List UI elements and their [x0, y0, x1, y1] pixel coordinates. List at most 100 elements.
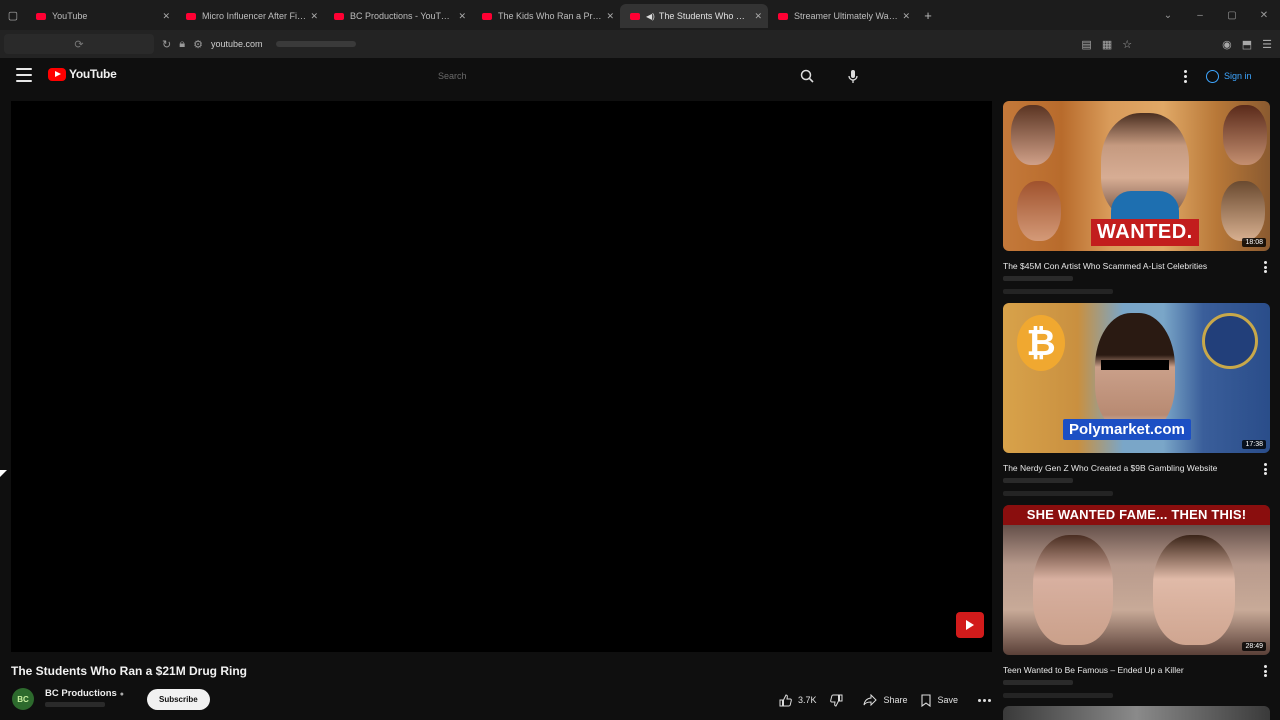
related-video-title[interactable]: The Nerdy Gen Z Who Created a $9B Gambli…	[1003, 463, 1255, 473]
like-button[interactable]: 3.7K	[779, 693, 817, 707]
video-duration: 28:49	[1242, 642, 1266, 651]
bookmark-icon	[921, 693, 932, 707]
app-menu-icon[interactable]: ☰	[1262, 38, 1272, 51]
browser-tab-strip: ▢ YouTube ✕ Micro Influencer After Finis…	[0, 0, 1280, 30]
youtube-favicon-icon	[186, 12, 196, 20]
search-icon[interactable]	[796, 65, 818, 87]
related-video-meta	[1003, 693, 1113, 698]
bitcoin-logo-icon: ₿	[1017, 315, 1065, 371]
youtube-masthead: YouTube Sign in	[0, 58, 1280, 94]
sign-in-button[interactable]: Sign in	[1206, 66, 1252, 86]
video-player[interactable]	[11, 101, 992, 652]
sidebar-toggle-icon[interactable]: ⟳	[4, 34, 154, 54]
video-options-icon[interactable]	[1262, 665, 1268, 677]
channel-row: BC BC Productions ● Subscribe 3.7K Share …	[12, 686, 997, 714]
tab-close-icon[interactable]: ✕	[310, 11, 318, 22]
mouse-cursor-icon	[0, 470, 7, 477]
channel-watermark-icon[interactable]	[956, 612, 984, 638]
share-arrow-icon	[863, 694, 878, 706]
account-icon[interactable]: ◉	[1222, 38, 1232, 51]
tab-title: Micro Influencer After Finishing C	[202, 11, 306, 21]
thumbnail-overlay-text: SHE WANTED FAME... THEN THIS!	[1003, 505, 1270, 525]
tab-title: Streamer Ultimately Wanted In	[794, 11, 898, 21]
tab-title: YouTube	[52, 11, 88, 21]
tab-close-icon[interactable]: ✕	[606, 11, 614, 22]
browser-tab-0[interactable]: YouTube ✕	[26, 4, 176, 28]
youtube-favicon-icon	[778, 12, 788, 20]
browser-tab-4[interactable]: ◀) The Students Who Ran a $21 ✕	[620, 4, 768, 28]
thumbnail-portrait	[1033, 535, 1113, 645]
tab-title: The Students Who Ran a $21	[658, 11, 751, 21]
thumbs-down-icon	[830, 694, 843, 707]
sign-in-label: Sign in	[1224, 71, 1252, 81]
like-count: 3.7K	[797, 695, 817, 705]
video-options-icon[interactable]	[1262, 261, 1268, 273]
lock-icon[interactable]: 🔒︎	[179, 38, 185, 51]
video-options-icon[interactable]	[1262, 463, 1268, 475]
reader-mode-icon[interactable]: ▤	[1081, 38, 1091, 51]
video-actions: 3.7K Share Save	[765, 686, 997, 714]
microphone-icon[interactable]	[842, 65, 864, 87]
related-video-meta	[1003, 289, 1113, 294]
channel-avatar[interactable]: BC	[12, 688, 34, 710]
censor-bar	[1101, 360, 1169, 370]
user-circle-icon	[1206, 69, 1219, 83]
video-thumbnail[interactable]: ₿ Polymarket.com 17:38	[1003, 303, 1270, 453]
related-video-item[interactable]: ₿ Polymarket.com 17:38 The Nerdy Gen Z W…	[1003, 303, 1270, 503]
thumbnail-person-image	[1221, 181, 1265, 241]
browser-tab-1[interactable]: Micro Influencer After Finishing C ✕	[176, 4, 324, 28]
tab-close-icon[interactable]: ✕	[458, 11, 466, 22]
browser-tab-5[interactable]: Streamer Ultimately Wanted In ✕	[768, 4, 916, 28]
settings-kebab-icon[interactable]	[1176, 66, 1194, 86]
related-channel-name[interactable]	[1003, 680, 1073, 685]
nav-icons: ↻ 🔒︎ ⚙︎ youtube.com	[162, 38, 364, 51]
thumbnail-overlay-text: Polymarket.com	[1063, 419, 1191, 440]
video-thumbnail[interactable]: SHE WANTED FAME... THEN THIS! 28:49	[1003, 505, 1270, 655]
subscriber-count	[45, 702, 105, 707]
bookmark-star-icon[interactable]: ☆	[1122, 38, 1132, 51]
tab-close-icon[interactable]: ✕	[162, 11, 170, 22]
dislike-button[interactable]	[830, 694, 849, 707]
thumbs-up-icon	[779, 693, 792, 706]
more-actions-icon[interactable]	[978, 698, 991, 702]
youtube-logo[interactable]: YouTube	[48, 67, 117, 81]
youtube-play-logo-icon	[48, 67, 66, 81]
search-input[interactable]	[430, 67, 780, 85]
reload-icon[interactable]: ↻	[162, 38, 171, 51]
related-video-item[interactable]: WANTED. 18:08 The $45M Con Artist Who Sc…	[1003, 101, 1270, 301]
tab-search-icon[interactable]: ⌄	[1152, 10, 1184, 21]
browser-tab-3[interactable]: The Kids Who Ran a Private Sc ✕	[472, 4, 620, 28]
channel-name-wrap[interactable]: BC Productions ●	[45, 688, 124, 699]
tab-title: The Kids Who Ran a Private Sc	[498, 11, 602, 21]
related-channel-name[interactable]	[1003, 478, 1073, 483]
speaker-icon[interactable]: ◀)	[646, 12, 655, 21]
channel-name[interactable]: BC Productions	[45, 688, 117, 699]
related-video-item[interactable]: SHE WANTED FAME... THEN THIS! 28:49 Teen…	[1003, 505, 1270, 705]
related-channel-name[interactable]	[1003, 276, 1073, 281]
maximize-icon[interactable]: ▢	[1216, 10, 1248, 21]
tab-close-icon[interactable]: ✕	[902, 11, 910, 22]
thumbnail-overlay-text: WANTED.	[1091, 219, 1199, 246]
related-video-title[interactable]: The $45M Con Artist Who Scammed A-List C…	[1003, 261, 1255, 271]
url-text[interactable]: youtube.com	[211, 39, 263, 49]
browser-tab-2[interactable]: BC Productions - YouTube ✕	[324, 4, 472, 28]
next-related-thumbnail-peek[interactable]	[1003, 706, 1270, 720]
guide-menu-icon[interactable]	[16, 68, 32, 82]
share-button[interactable]: Share	[863, 694, 907, 706]
video-duration: 18:08	[1242, 238, 1266, 247]
new-tab-button[interactable]: +	[916, 8, 940, 23]
related-video-title[interactable]: Teen Wanted to Be Famous – Ended Up a Ki…	[1003, 665, 1255, 675]
tab-close-icon[interactable]: ✕	[754, 11, 762, 22]
site-settings-icon[interactable]: ⚙︎	[193, 38, 203, 51]
save-button[interactable]: Save	[921, 693, 958, 707]
thumbnail-person-image	[1017, 181, 1061, 241]
video-thumbnail[interactable]: WANTED. 18:08	[1003, 101, 1270, 251]
close-window-icon[interactable]: ✕	[1248, 10, 1280, 21]
extensions-icon[interactable]: ▦	[1102, 38, 1112, 51]
subscribe-button[interactable]: Subscribe	[147, 689, 210, 710]
minimize-icon[interactable]: –	[1184, 10, 1216, 21]
tab-list-menu-icon[interactable]: ▢	[0, 0, 26, 30]
downloads-icon[interactable]: ⬒	[1242, 38, 1252, 51]
url-path	[276, 41, 357, 47]
related-video-meta	[1003, 491, 1113, 496]
